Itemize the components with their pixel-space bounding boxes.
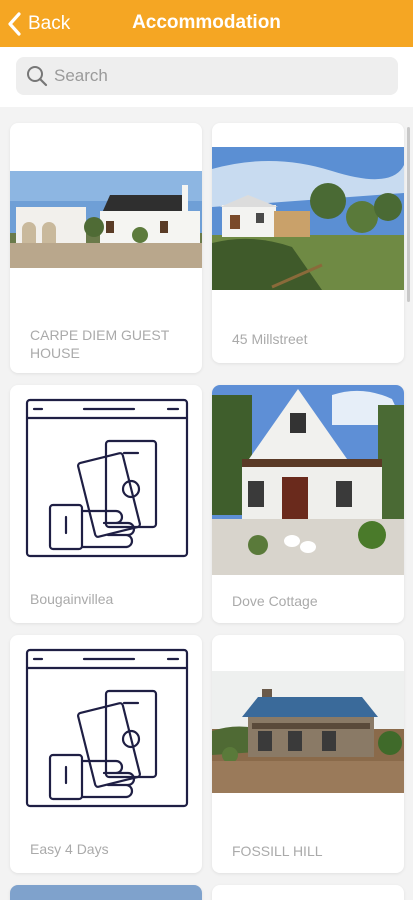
scrollbar[interactable] xyxy=(407,127,410,302)
listing-title: Bougainvillea xyxy=(30,591,114,607)
listing-title: Dove Cottage xyxy=(232,593,318,609)
cottage-with-geese-photo xyxy=(212,385,404,575)
payment-hand-icon xyxy=(24,647,190,811)
search-icon xyxy=(27,66,48,87)
page-title: Accommodation xyxy=(132,12,281,33)
listing-title: 45 Millstreet xyxy=(232,331,308,347)
listing-card-carpe-diem[interactable]: CARPE DIEM GUEST HOUSE xyxy=(10,123,202,373)
listing-card-partial[interactable] xyxy=(10,885,202,900)
search-box[interactable] xyxy=(16,57,398,95)
listing-card-partial[interactable] xyxy=(212,885,404,900)
listing-title: FOSSILL HILL xyxy=(232,843,323,859)
farmhouse-photo xyxy=(10,171,202,268)
top-app-bar: Back Accommodation xyxy=(0,0,413,47)
listing-card-fossill-hill[interactable]: FOSSILL HILL xyxy=(212,635,404,873)
payment-hand-icon xyxy=(24,397,190,561)
listing-card-dove-cottage[interactable]: Dove Cottage xyxy=(212,385,404,623)
search-input[interactable] xyxy=(54,66,374,86)
listing-card-easy-4-days[interactable]: Easy 4 Days xyxy=(10,635,202,873)
listing-card-bougainvillea[interactable]: Bougainvillea xyxy=(10,385,202,623)
listing-grid: CARPE DIEM GUEST HOUSE 45 Millstreet Bou… xyxy=(0,107,413,900)
millstreet-house-photo xyxy=(212,147,404,290)
listing-title: Easy 4 Days xyxy=(30,841,109,857)
search-bar xyxy=(0,47,413,107)
listing-title: CARPE DIEM GUEST HOUSE xyxy=(30,327,169,361)
listing-card-45-millstreet[interactable]: 45 Millstreet xyxy=(212,123,404,363)
stone-house-photo xyxy=(212,671,404,793)
